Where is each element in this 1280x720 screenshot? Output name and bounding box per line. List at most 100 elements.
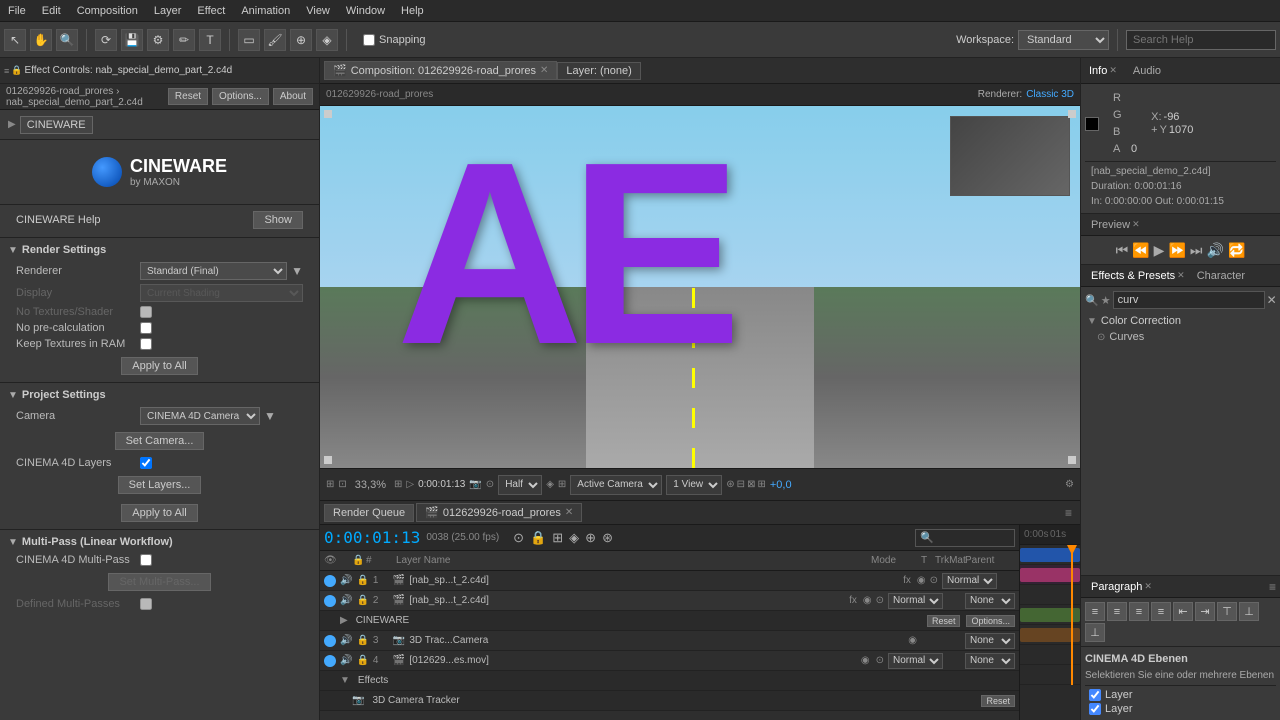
effects-presets-tab[interactable]: Effects & Presets ✕	[1085, 268, 1191, 284]
3d-tracker-reset-btn[interactable]: Reset	[981, 695, 1015, 707]
corner-handle-tl[interactable]	[324, 110, 332, 118]
effects-star-icon[interactable]: ★	[1101, 294, 1111, 307]
align-left-btn[interactable]: ≡	[1085, 602, 1105, 621]
render-queue-tab[interactable]: Render Queue	[324, 504, 414, 522]
render-btn[interactable]: ⚙	[147, 29, 169, 51]
selection-tool[interactable]: ↖	[4, 29, 26, 51]
panel-menu-icon[interactable]: ≡	[4, 66, 9, 76]
workspace-select[interactable]: Standard	[1018, 30, 1109, 50]
clone-tool[interactable]: ⊕	[290, 29, 312, 51]
layer-2-switch2-icon[interactable]: ⊙	[876, 595, 884, 606]
timeline-mode-icon[interactable]: ◈	[567, 530, 581, 546]
timeline-motion-icon[interactable]: ⊕	[583, 530, 598, 546]
multipass-section[interactable]: ▼ Multi-Pass (Linear Workflow)	[0, 532, 319, 552]
menu-layer[interactable]: Layer	[146, 3, 190, 19]
layer-2-fx-icon[interactable]: fx	[849, 595, 857, 606]
effects-search-input[interactable]	[1113, 291, 1265, 309]
layer-2-mode-select[interactable]: Normal	[888, 593, 943, 609]
viewer-render-icon[interactable]: ▷	[406, 479, 414, 490]
comp-tab-road[interactable]: 🎬 Composition: 012629926-road_prores ✕	[324, 61, 557, 80]
defined-multipasses-check[interactable]	[140, 598, 152, 610]
indent-right-btn[interactable]: ⇥	[1195, 602, 1215, 621]
timeline-lock-icon[interactable]: 🔒	[528, 530, 548, 546]
timeline-3d-icon[interactable]: ⊛	[600, 530, 615, 546]
indent-left-btn[interactable]: ⇤	[1173, 602, 1193, 621]
preview-loop-btn[interactable]: 🔁	[1228, 242, 1245, 259]
align-vert-mid-btn[interactable]: ⊥	[1239, 602, 1259, 621]
preview-tab[interactable]: Preview ✕	[1085, 217, 1146, 233]
composition-timeline-tab[interactable]: 🎬 012629926-road_prores ✕	[416, 503, 582, 522]
layer-2-parent-select[interactable]: None	[965, 593, 1015, 609]
viewer-grid-icon[interactable]: ⊞	[326, 479, 334, 490]
layer-3-parent-select[interactable]: None	[965, 633, 1015, 649]
viewer-view-select[interactable]: 1 View	[666, 475, 722, 495]
about-btn[interactable]: About	[273, 88, 313, 105]
info-tab[interactable]: Info ✕	[1081, 63, 1125, 79]
layer-2-switch1-icon[interactable]: ◉	[863, 595, 872, 606]
layer-4-switch1-icon[interactable]: ◉	[861, 655, 870, 666]
set-multipass-btn[interactable]: Set Multi-Pass...	[108, 573, 210, 591]
layer-3-eye[interactable]	[324, 635, 336, 647]
layer-4-audio-icon[interactable]: 🔊	[340, 655, 352, 666]
cineware-show-btn[interactable]: Show	[253, 211, 303, 229]
viewer-quality-select[interactable]: Half	[498, 475, 542, 495]
keep-textures-check[interactable]	[140, 338, 152, 350]
brush-tool[interactable]: 🖌	[264, 29, 286, 51]
preview-next-btn[interactable]: ⏩	[1168, 242, 1185, 259]
menu-animation[interactable]: Animation	[233, 3, 298, 19]
layer-3-switch1-icon[interactable]: ◉	[908, 635, 917, 646]
menu-window[interactable]: Window	[338, 3, 393, 19]
preview-play-btn[interactable]: ▶	[1154, 242, 1165, 259]
layer-2-lock-icon[interactable]: 🔒	[356, 595, 368, 606]
reset-btn[interactable]: Reset	[168, 88, 208, 105]
layer-4-parent-select[interactable]: None	[965, 653, 1015, 669]
align-right-btn[interactable]: ≡	[1129, 602, 1149, 621]
menu-composition[interactable]: Composition	[69, 3, 146, 19]
preview-prev-btn[interactable]: ⏪	[1132, 242, 1149, 259]
options-btn[interactable]: Options...	[212, 88, 269, 105]
viewer-camera-select[interactable]: Active Camera	[570, 475, 662, 495]
magnification-display[interactable]: 33,3%	[351, 477, 390, 493]
paragraph-tab[interactable]: Paragraph ✕	[1085, 579, 1158, 595]
effect-controls-tab[interactable]: Effect Controls: nab_special_demo_part_2…	[24, 65, 232, 76]
layer-1-eye[interactable]	[324, 575, 336, 587]
viewer-camera-icon[interactable]: 📷	[469, 479, 481, 490]
corner-handle-tr[interactable]	[1068, 110, 1076, 118]
layer-1-switch2-icon[interactable]: ⊙	[930, 575, 938, 586]
cineware-reset-btn[interactable]: Reset	[927, 615, 961, 627]
color-correction-triangle[interactable]: ▼	[1087, 316, 1097, 327]
set-camera-btn[interactable]: Set Camera...	[115, 432, 205, 450]
viewer-grid2-icon[interactable]: ⊞	[558, 479, 566, 490]
cineware-collapse[interactable]: ▶	[8, 119, 16, 130]
project-settings-triangle[interactable]: ▼	[8, 390, 18, 401]
corner-handle-bl[interactable]	[324, 456, 332, 464]
save-btn[interactable]: 💾	[121, 29, 143, 51]
paragraph-menu-icon[interactable]: ≡	[1269, 580, 1276, 594]
effects-expand-icon[interactable]: ▼	[340, 675, 350, 686]
text-tool[interactable]: T	[199, 29, 221, 51]
info-tab-close[interactable]: ✕	[1109, 65, 1117, 76]
layer-4-lock-icon[interactable]: 🔒	[356, 655, 368, 666]
shape-tool[interactable]: ▭	[238, 29, 260, 51]
search-help-input[interactable]	[1126, 30, 1276, 50]
preview-audio-btn[interactable]: 🔊	[1207, 242, 1224, 259]
viewer-settings-icon[interactable]: ⚙	[1065, 479, 1074, 490]
layer-3-audio-icon[interactable]: 🔊	[340, 635, 352, 646]
timeline-menu-icon[interactable]: ≡	[1061, 506, 1076, 520]
no-precalc-check[interactable]	[140, 322, 152, 334]
viewer-snap-icon[interactable]: ⊙	[486, 479, 494, 490]
audio-tab[interactable]: Audio	[1125, 63, 1169, 79]
curves-item[interactable]: ⊙ Curves	[1081, 329, 1280, 345]
layer-4-mode-select[interactable]: Normal	[888, 653, 943, 669]
layer-4-switch2-icon[interactable]: ⊙	[876, 655, 884, 666]
project-settings-section[interactable]: ▼ Project Settings	[0, 385, 319, 405]
align-center-btn[interactable]: ≡	[1107, 602, 1127, 621]
timeline-switch-icon[interactable]: ⊞	[550, 530, 565, 546]
layer-tab[interactable]: Layer: (none)	[557, 62, 640, 80]
layer-1-fx-icon[interactable]: fx	[903, 575, 911, 586]
preview-first-btn[interactable]: ⏮	[1116, 242, 1129, 259]
menu-effect[interactable]: Effect	[189, 3, 233, 19]
no-textures-check[interactable]	[140, 306, 152, 318]
render-settings-section[interactable]: ▼ Render Settings	[0, 240, 319, 260]
cineware-options-btn[interactable]: Options...	[966, 615, 1015, 627]
